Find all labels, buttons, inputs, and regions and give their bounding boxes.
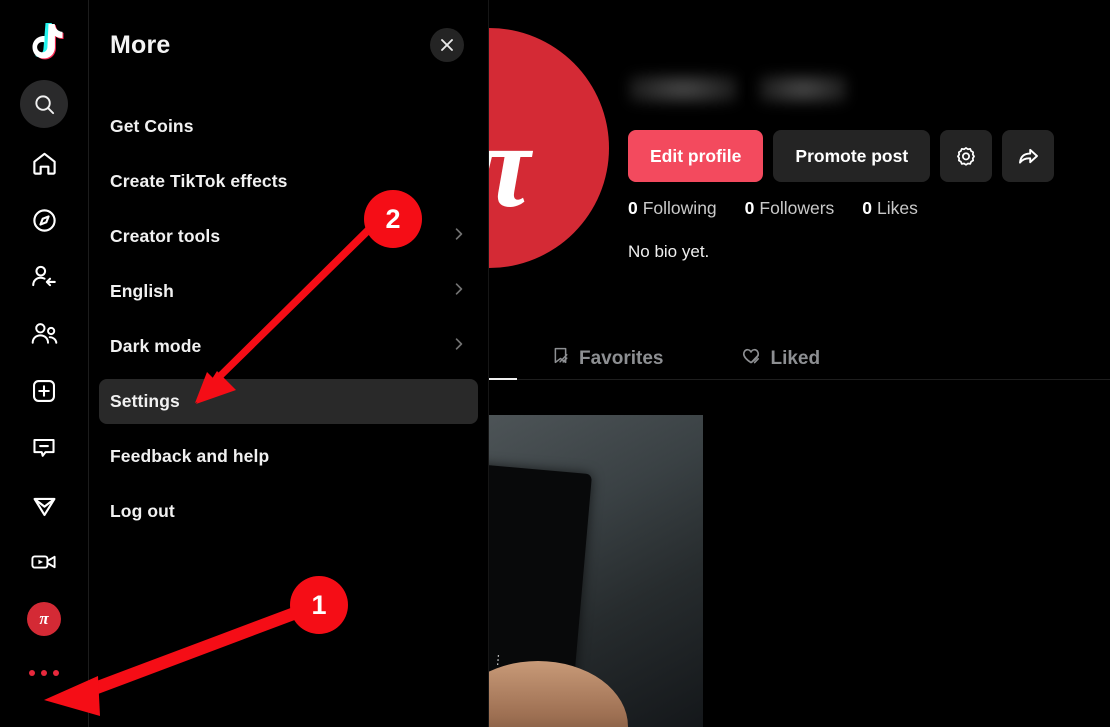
home-icon[interactable]	[22, 141, 66, 185]
menu-item-log-out[interactable]: Log out	[99, 489, 478, 534]
person-arrow-icon[interactable]	[22, 255, 66, 299]
video-grid: es ☉⚲⋮	[488, 415, 1110, 727]
gear-icon[interactable]	[940, 130, 993, 182]
page-title: More	[110, 30, 171, 59]
tab-favorites[interactable]: Favorites	[551, 346, 663, 371]
video-thumbnail[interactable]: es ☉⚲⋮	[488, 415, 703, 727]
chevron-right-icon	[452, 337, 466, 356]
stat-count: 0	[628, 198, 638, 218]
profile-content: π Edit profile Promote post 0 Following …	[369, 0, 1110, 727]
menu-item-english[interactable]: English	[99, 269, 478, 314]
profile-actions: Edit profile Promote post	[628, 130, 1055, 182]
tab-liked[interactable]: Liked	[741, 346, 820, 372]
profile-bio: No bio yet.	[628, 242, 710, 261]
menu-item-label: Get Coins	[110, 116, 194, 136]
menu-item-label: Log out	[110, 501, 175, 521]
tiktok-profile-screen: π More Get Coins Create TikTok effects C…	[0, 0, 1110, 727]
paper-plane-icon[interactable]	[22, 483, 66, 527]
tab-label: Liked	[770, 347, 821, 369]
menu-item-label: Settings	[110, 391, 180, 411]
thumbnail-toolbar: ☉⚲⋮	[491, 652, 505, 668]
message-bubble-icon[interactable]	[22, 426, 66, 470]
profile-tabs: Favorites Liked	[489, 338, 1110, 380]
tab-label: Favorites	[579, 347, 664, 369]
menu-item-settings[interactable]: Settings	[99, 379, 478, 424]
compass-icon[interactable]	[22, 198, 66, 242]
stat-likes: 0 Likes	[862, 198, 918, 219]
menu-item-create-tiktok-effects[interactable]: Create TikTok effects	[99, 159, 478, 204]
blurred-nickname	[759, 74, 847, 104]
menu-item-feedback-and-help[interactable]: Feedback and help	[99, 434, 478, 479]
edit-profile-button[interactable]: Edit profile	[628, 130, 764, 182]
stat-label: Likes	[877, 198, 918, 218]
thumbnail-hand	[488, 661, 628, 727]
stat-following[interactable]: 0 Following	[628, 198, 717, 219]
stat-count: 0	[744, 198, 755, 218]
username-redacted	[629, 74, 847, 104]
menu-item-creator-tools[interactable]: Creator tools	[99, 214, 478, 259]
menu-item-label: Create TikTok effects	[110, 171, 288, 191]
active-tab-indicator	[489, 378, 517, 380]
chevron-right-icon	[452, 227, 466, 246]
chevron-right-icon	[452, 282, 466, 301]
menu-item-label: English	[110, 281, 174, 301]
more-dots-button[interactable]	[29, 670, 59, 676]
people-icon[interactable]	[22, 312, 66, 356]
close-icon[interactable]	[430, 28, 464, 62]
more-menu-header: More	[89, 0, 488, 62]
tiktok-logo[interactable]	[24, 22, 64, 68]
menu-item-label: Feedback and help	[110, 446, 270, 466]
stat-count: 0	[862, 198, 873, 218]
stat-label: Followers	[759, 198, 835, 218]
video-camera-icon[interactable]	[22, 540, 66, 584]
more-menu-list: Get Coins Create TikTok effects Creator …	[89, 104, 488, 534]
menu-item-label: Creator tools	[110, 226, 221, 246]
menu-item-dark-mode[interactable]: Dark mode	[99, 324, 478, 369]
search-icon[interactable]	[20, 80, 68, 128]
more-menu-panel: More Get Coins Create TikTok effects Cre…	[89, 0, 489, 727]
promote-post-button[interactable]: Promote post	[773, 130, 931, 182]
heart-private-icon	[741, 346, 761, 372]
blurred-username	[629, 74, 737, 104]
profile-stats: 0 Following 0 Followers 0 Likes	[628, 198, 918, 219]
stat-label: Following	[642, 198, 717, 218]
plus-square-icon[interactable]	[22, 369, 66, 413]
menu-item-get-coins[interactable]: Get Coins	[99, 104, 478, 149]
menu-item-label: Dark mode	[110, 336, 202, 356]
stat-followers[interactable]: 0 Followers	[745, 198, 835, 219]
avatar[interactable]: π	[27, 602, 61, 636]
left-sidebar: π	[0, 0, 89, 727]
bookmark-private-icon	[551, 346, 570, 371]
share-arrow-icon[interactable]	[1002, 130, 1055, 182]
